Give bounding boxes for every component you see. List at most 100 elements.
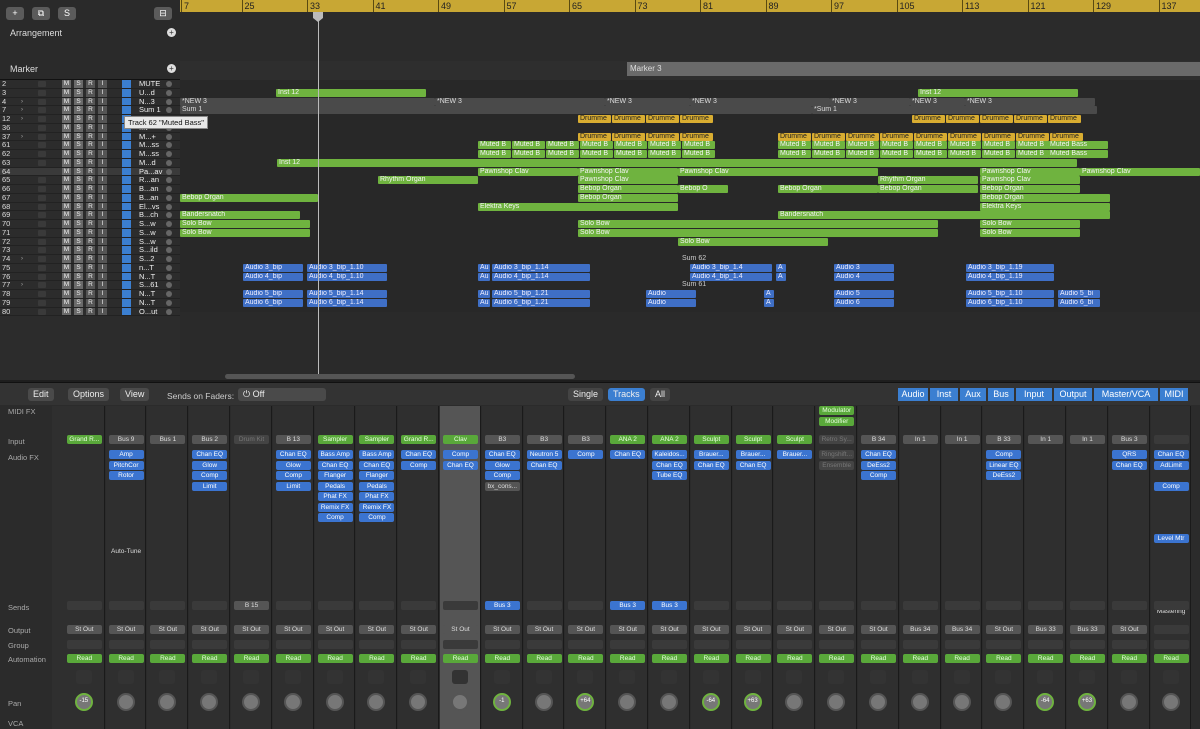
region[interactable]: Audio 3_bip_1.19 [966,263,1054,272]
track-record-dot-icon[interactable] [166,186,172,192]
track-m-button[interactable]: M [62,281,71,290]
output-slot[interactable]: St Out [1111,625,1147,634]
region[interactable]: Drumme [982,132,1015,141]
track-header[interactable]: 3 M S R I U...d [0,88,180,98]
region[interactable]: Pawnshop Clav [678,167,878,176]
channel-strip[interactable]: Sculpt Brauer... Chan EQ St Out Read +63 [732,406,774,729]
track-header[interactable]: 77 › M S R I S...61 [0,281,180,290]
edit-menu[interactable]: Edit [28,388,54,401]
track-header[interactable]: 61 M S R I M...ss [0,141,180,150]
track-s-button[interactable]: S [74,211,83,220]
region[interactable]: Audio 6 [834,298,894,307]
input-slot[interactable]: Sampler [317,435,353,444]
track-record-dot-icon[interactable] [166,107,172,114]
track-header[interactable]: 79 M S R I N...T [0,298,180,308]
input-slot[interactable]: Bus 3 [1111,435,1147,444]
output-slot[interactable]: St Out [401,625,437,634]
audio-fx-slot[interactable]: Chan EQ [359,460,395,470]
audio-fx-slot[interactable]: Chan EQ [693,460,729,470]
track-s-button[interactable]: S [74,237,83,246]
track-i-button[interactable]: I [98,158,107,167]
track-record-dot-icon[interactable] [166,159,172,166]
send-slot[interactable] [735,601,771,610]
track-m-button[interactable]: M [62,272,71,281]
pan-knob[interactable]: +64 [576,693,595,711]
group-slot[interactable] [1028,640,1064,649]
pan-knob[interactable] [785,693,804,711]
track-record-dot-icon[interactable] [166,151,172,157]
automation-mode[interactable]: Read [986,654,1022,663]
track-i-button[interactable]: I [98,228,107,237]
instrument-icon[interactable] [243,670,259,684]
track-m-button[interactable]: M [62,237,71,246]
region[interactable]: Elektra Keys [980,202,1110,211]
track-record-dot-icon[interactable] [166,264,172,271]
track-i-button[interactable]: I [98,307,107,316]
track-s-button[interactable]: S [74,272,83,281]
view-all-button[interactable]: All [650,388,671,401]
track-s-button[interactable]: S [74,97,83,106]
automation-mode[interactable]: Read [401,654,437,663]
automation-mode[interactable]: Read [777,654,813,663]
track-i-button[interactable]: I [98,290,107,298]
track-automation-icon[interactable] [122,106,131,115]
instrument-icon[interactable] [1162,670,1179,684]
region[interactable]: Elektra Keys [478,202,678,211]
track-record-dot-icon[interactable] [166,98,172,105]
group-slot[interactable] [1111,640,1147,649]
sends-on-faders-select[interactable]: ⏻ Off [238,388,326,401]
region[interactable]: Muted B [648,150,681,158]
track-r-button[interactable]: R [86,211,95,220]
channel-strip[interactable]: B 33 Comp Linear EQ DeEss2 St Out Read [983,406,1025,729]
track-header[interactable]: 66 M S R I B...an [0,185,180,194]
track-record-dot-icon[interactable] [166,133,172,140]
output-slot[interactable]: St Out [652,625,687,634]
track-m-button[interactable]: M [62,176,71,185]
track-m-button[interactable]: M [62,88,71,97]
region[interactable]: Audio 5_bi [1058,290,1100,298]
input-slot[interactable]: Sampler [359,435,395,444]
group-slot[interactable] [986,640,1022,649]
pan-knob[interactable] [534,693,553,711]
input-slot[interactable]: ANA 2 [610,435,646,444]
track-automation-icon[interactable] [122,88,131,97]
track-s-button[interactable]: S [74,228,83,237]
region[interactable]: Muted B [580,150,613,158]
track-record-dot-icon[interactable] [166,291,172,297]
track-m-button[interactable]: M [62,141,71,150]
automation-mode[interactable]: Read [735,654,771,663]
channel-strip[interactable]: Bus 9 Amp PitchCor Rotor Auto-Tune St Out Read [105,406,147,729]
add-marker-icon[interactable]: + [167,64,176,73]
region[interactable]: Drumme [1016,132,1049,141]
region[interactable]: Muted B [914,141,947,150]
output-slot[interactable]: St Out [275,625,311,634]
track-i-button[interactable]: I [98,176,107,185]
audio-fx-slot[interactable]: Chan EQ [317,460,353,470]
input-slot[interactable]: Clav [443,435,478,444]
channel-strip[interactable]: B3 Chan EQ Glow Comp bx_cons... Bus 3 St Out Re… [481,406,523,729]
send-slot[interactable] [944,601,980,610]
region[interactable]: Solo Bow [180,220,310,228]
track-r-button[interactable]: R [86,246,95,255]
automation-mode[interactable]: Read [610,654,646,663]
track-header[interactable]: 68 M S R I El...vs [0,202,180,212]
output-slot[interactable]: St Out [234,625,269,634]
audio-fx-slot[interactable]: Remix FX [359,502,395,512]
track-r-button[interactable]: R [86,150,95,158]
channel-strip[interactable]: B3 Neutron 5 Chan EQ St Out Read [523,406,565,729]
track-r-button[interactable]: R [86,80,95,88]
input-slot[interactable]: Sculpt [735,435,771,444]
audio-fx-slot[interactable]: Brauer... [777,450,813,459]
track-i-button[interactable]: I [98,281,107,290]
region[interactable]: Muted B [846,141,879,150]
automation-mode[interactable]: Read [819,654,855,663]
pan-knob[interactable] [660,693,678,711]
track-r-button[interactable]: R [86,193,95,202]
instrument-icon[interactable] [410,670,427,684]
automation-mode[interactable]: Read [317,654,353,663]
region[interactable]: Drumme [912,115,945,123]
output-slot[interactable]: St Out [777,625,813,634]
track-r-button[interactable]: R [86,298,95,307]
track-i-button[interactable]: I [98,246,107,255]
marker-lane[interactable]: Marker 3 [180,61,1200,80]
